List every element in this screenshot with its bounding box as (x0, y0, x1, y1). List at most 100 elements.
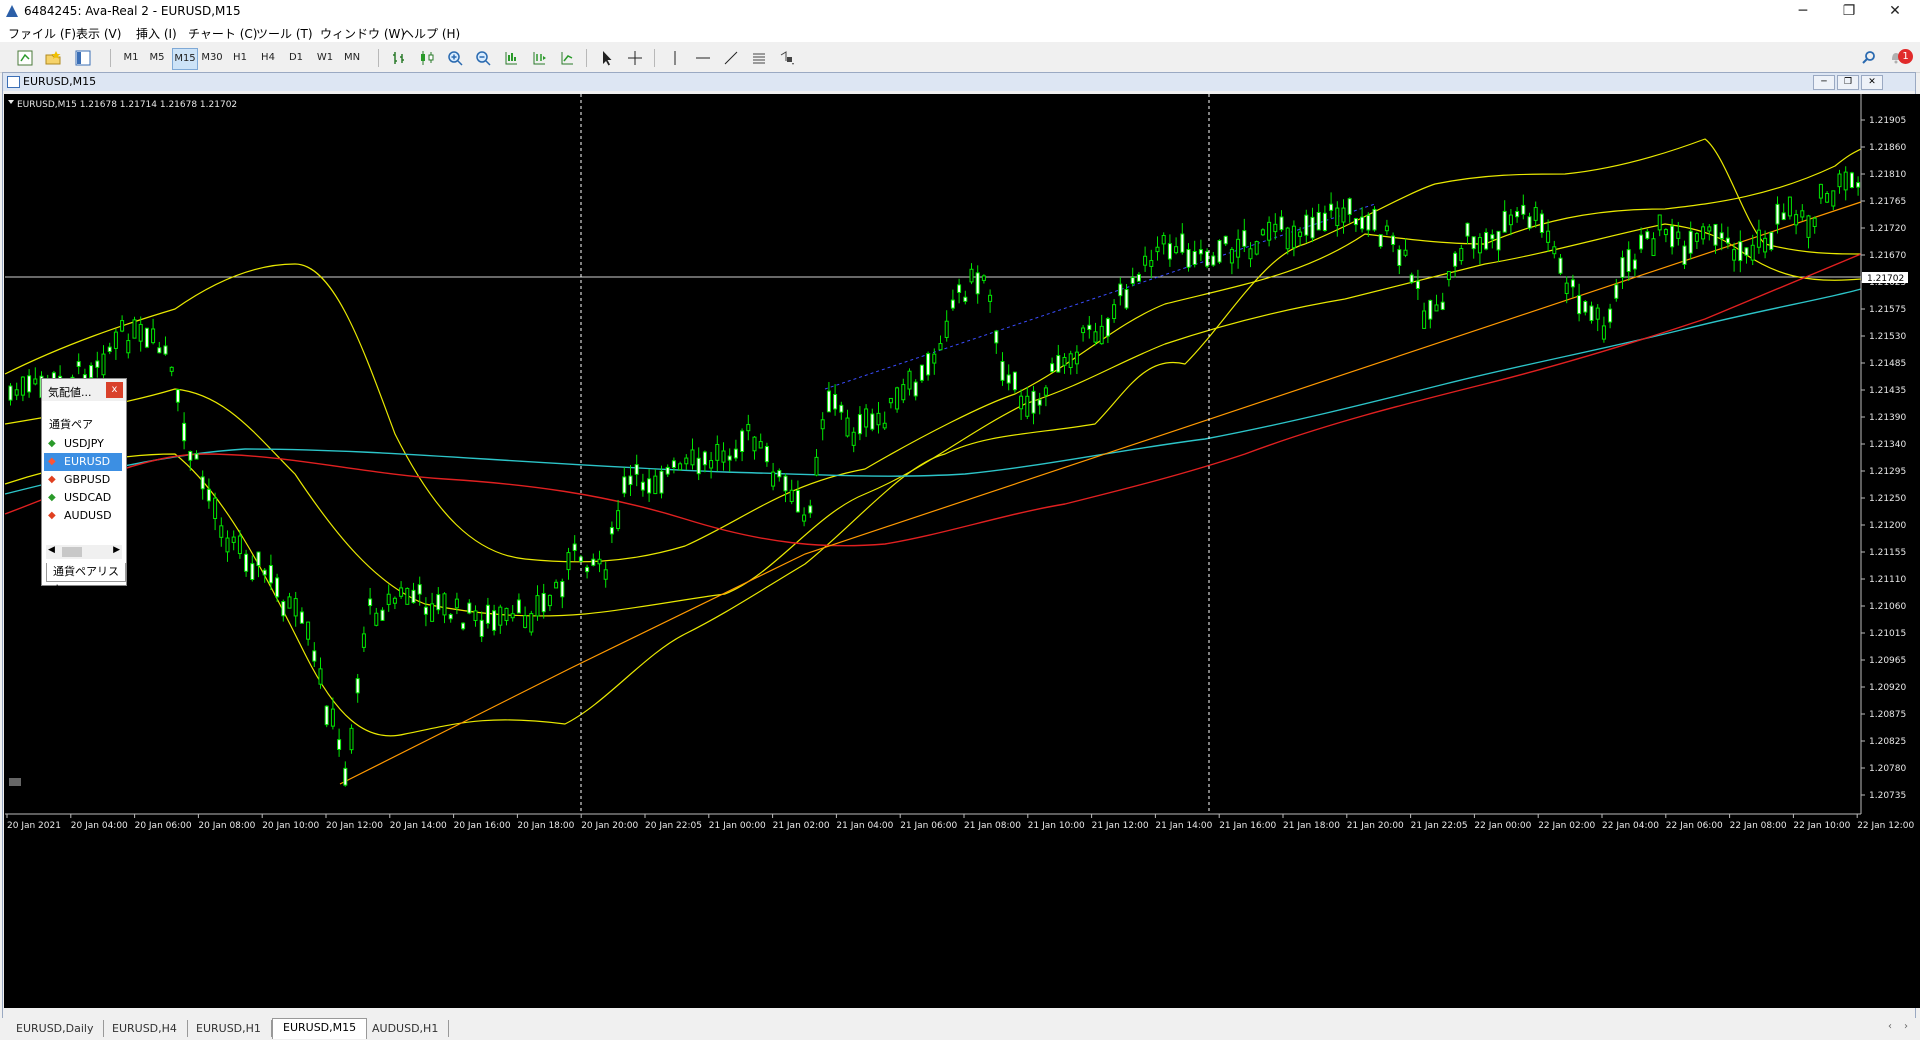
candle-body (1719, 232, 1724, 240)
candle-body (1112, 304, 1117, 320)
candle-body (1465, 222, 1470, 237)
menu-view[interactable]: 表示 (V) (76, 25, 121, 42)
bar-chart-icon[interactable] (390, 49, 408, 67)
candle-body (120, 320, 125, 332)
cursor-icon[interactable] (598, 49, 616, 67)
timeframe-m5-button[interactable]: M5 (146, 48, 168, 68)
minimize-button[interactable]: ─ (1780, 0, 1826, 22)
candle-body (299, 611, 304, 624)
timeframe-h1-button[interactable]: H1 (230, 48, 250, 68)
timeframe-m15-button[interactable]: M15 (172, 48, 198, 70)
candle-body (386, 593, 391, 605)
menu-bar: ファイル (F) 表示 (V) 挿入 (I) チャート (C) ツール (T) … (0, 22, 1920, 42)
market-watch-close-button[interactable]: x (106, 382, 123, 398)
candle-body (746, 424, 751, 432)
menu-tools[interactable]: ツール (T) (256, 25, 313, 42)
candle-body (1037, 399, 1042, 406)
candle-body (1211, 255, 1216, 266)
zoom-out-icon[interactable] (474, 49, 492, 67)
candle-body (802, 514, 807, 522)
tab-eurusd-h1[interactable]: EURUSD,H1 (186, 1020, 272, 1037)
menu-help[interactable]: ヘルプ (H) (402, 25, 460, 42)
market-watch-hscrollbar[interactable]: ◀ ▶ (46, 545, 122, 559)
chart-minimize-button[interactable]: ─ (1813, 75, 1835, 90)
candle-body (14, 389, 19, 396)
arrow-up-icon: ◆ (48, 438, 56, 449)
candle-body (1409, 274, 1414, 283)
candle-body (1304, 214, 1309, 236)
menu-insert[interactable]: 挿入 (I) (136, 25, 177, 42)
tab-eurusd-h4[interactable]: EURUSD,H4 (102, 1020, 188, 1037)
alert-count-badge[interactable]: 1 (1898, 49, 1913, 64)
tile-windows-icon[interactable] (502, 49, 520, 67)
candle-body (138, 323, 143, 342)
zoom-in-icon[interactable] (446, 49, 464, 67)
candle-body (206, 488, 211, 502)
candle-body (1601, 325, 1606, 340)
market-watch-item-gbpusd[interactable]: ◆ GBPUSD (44, 471, 122, 489)
candle-body (1707, 226, 1712, 232)
market-watch-item-eurusd[interactable]: ◆ EURUSD (44, 453, 122, 471)
market-watch-item-usdjpy[interactable]: ◆ USDJPY (44, 435, 122, 453)
menu-window[interactable]: ウィンドウ (W) (320, 25, 405, 42)
restore-button[interactable]: ❐ (1826, 0, 1872, 22)
candle-body (324, 705, 329, 726)
vertical-line-icon[interactable] (666, 49, 684, 67)
market-watch-toggle-icon[interactable] (74, 49, 92, 67)
search-icon[interactable] (1860, 49, 1878, 67)
timeframe-mn-button[interactable]: MN (340, 48, 364, 68)
tab-audusd-h1[interactable]: AUDUSD,H1 (362, 1020, 450, 1037)
chart-shift-icon[interactable] (530, 49, 548, 67)
new-chart-icon[interactable] (16, 49, 34, 67)
candle-body (820, 419, 825, 430)
trendline-icon[interactable] (722, 49, 740, 67)
menu-file[interactable]: ファイル (F) (8, 25, 76, 42)
crosshair-icon[interactable] (626, 49, 644, 67)
candle-body (1062, 356, 1067, 366)
price-chart[interactable]: 1.21905 1.21860 1.21810 1.21765 1.21720 1.216… (4, 94, 1920, 1008)
timeframe-m30-button[interactable]: M30 (200, 48, 224, 68)
profiles-icon[interactable] (44, 49, 62, 67)
candle-body (1099, 325, 1104, 345)
price-tick-label: 1.21390 (1869, 413, 1906, 423)
candle-body (919, 364, 924, 381)
price-tick-label: 1.20875 (1869, 710, 1906, 720)
scroll-right-icon[interactable]: ▶ (113, 545, 120, 555)
candle-body (1800, 210, 1805, 218)
auto-scroll-icon[interactable] (558, 49, 576, 67)
candle-body (1273, 223, 1278, 233)
close-button[interactable]: ✕ (1872, 0, 1918, 22)
chart-header: EURUSD,M15 1.21678 1.21714 1.21678 1.217… (17, 100, 237, 110)
candle-body (752, 436, 757, 452)
candle-body (1254, 241, 1259, 255)
tab-eurusd-daily[interactable]: EURUSD,Daily (6, 1020, 105, 1037)
candlestick-chart-icon[interactable] (418, 49, 436, 67)
timeframe-w1-button[interactable]: W1 (314, 48, 336, 68)
tabs-scroll-left-icon[interactable]: ‹ (1888, 1021, 1892, 1032)
scroll-thumb[interactable] (62, 547, 82, 557)
candle-body (1688, 230, 1693, 254)
timeframe-d1-button[interactable]: D1 (286, 48, 306, 68)
market-watch-item-audusd[interactable]: ◆ AUDUSD (44, 507, 122, 525)
chart-restore-button[interactable]: ❐ (1837, 75, 1859, 90)
candle-body (1657, 214, 1662, 231)
shapes-dropdown-icon[interactable] (778, 49, 796, 67)
candle-body (1459, 248, 1464, 262)
scroll-left-icon[interactable]: ◀ (48, 545, 55, 555)
chart-close-button[interactable]: ✕ (1861, 75, 1883, 90)
scroll-handle[interactable] (9, 778, 21, 786)
candle-body (1031, 390, 1036, 414)
tab-eurusd-m15[interactable]: EURUSD,M15 (272, 1018, 368, 1039)
candle-body (169, 366, 174, 372)
market-watch-tab-symbols[interactable]: 通貨ペアリスト (46, 563, 126, 596)
candle-body (1471, 236, 1476, 250)
candle-body (1558, 257, 1563, 274)
timeframe-h4-button[interactable]: H4 (258, 48, 278, 68)
market-watch-item-usdcad[interactable]: ◆ USDCAD (44, 489, 122, 507)
candle-body (1440, 301, 1445, 310)
menu-chart[interactable]: チャート (C) (188, 25, 257, 42)
tabs-scroll-right-icon[interactable]: › (1904, 1021, 1908, 1032)
horizontal-line-icon[interactable] (694, 49, 712, 67)
channel-icon[interactable] (750, 49, 768, 67)
timeframe-m1-button[interactable]: M1 (120, 48, 142, 68)
